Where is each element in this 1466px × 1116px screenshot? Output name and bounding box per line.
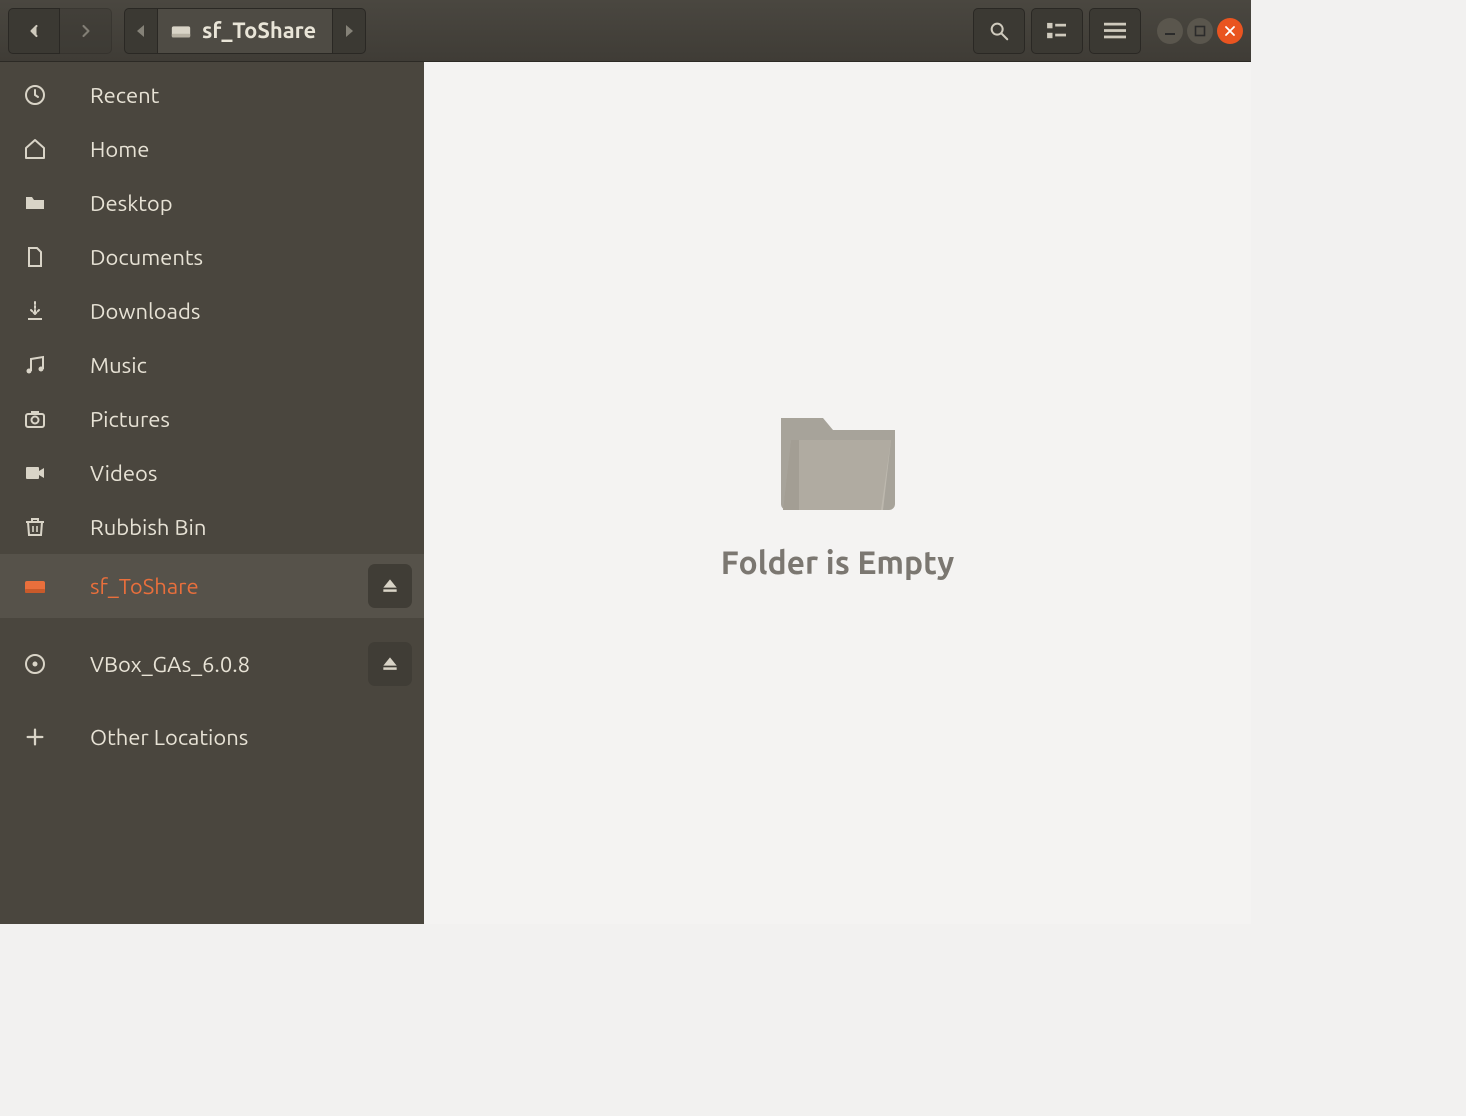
sidebar-item-videos[interactable]: Videos: [0, 446, 424, 500]
music-icon: [0, 353, 70, 377]
sidebar-item-recent[interactable]: Recent: [0, 68, 424, 122]
folder-icon: [0, 191, 70, 215]
eject-button[interactable]: [368, 564, 412, 608]
drive-icon: [170, 20, 192, 42]
sidebar: Recent Home Desktop Documents: [0, 62, 424, 924]
search-button[interactable]: [973, 8, 1025, 54]
maximize-button[interactable]: [1187, 18, 1213, 44]
search-icon: [988, 20, 1010, 42]
sidebar-item-vbox-gas[interactable]: VBox_GAs_6.0.8: [0, 632, 424, 696]
sidebar-item-label: VBox_GAs_6.0.8: [70, 652, 368, 677]
sidebar-item-pictures[interactable]: Pictures: [0, 392, 424, 446]
sidebar-item-label: Other Locations: [70, 725, 424, 750]
sidebar-item-label: Documents: [70, 245, 424, 270]
camera-icon: [0, 407, 70, 431]
chevron-right-icon: [76, 21, 96, 41]
plus-icon: [0, 726, 70, 748]
sidebar-item-label: Home: [70, 137, 424, 162]
view-toggle-button[interactable]: [1031, 8, 1083, 54]
sidebar-item-label: sf_ToShare: [70, 574, 368, 599]
eject-icon: [380, 576, 400, 596]
minimize-icon: [1163, 24, 1177, 38]
path-segment-current[interactable]: sf_ToShare: [157, 9, 333, 53]
sidebar-item-sf-toshare[interactable]: sf_ToShare: [0, 554, 424, 618]
empty-folder-icon: [773, 406, 903, 521]
list-view-icon: [1046, 22, 1068, 40]
sidebar-item-other-locations[interactable]: Other Locations: [0, 710, 424, 764]
sidebar-item-label: Music: [70, 353, 424, 378]
path-next-button[interactable]: [333, 9, 365, 53]
chevron-left-icon: [24, 21, 44, 41]
nav-buttons: [8, 8, 112, 54]
drive-icon: [0, 574, 70, 598]
window-controls: [1157, 18, 1243, 44]
home-icon: [0, 137, 70, 161]
body: Recent Home Desktop Documents: [0, 62, 1251, 924]
path-bar: sf_ToShare: [124, 8, 366, 54]
triangle-right-icon: [343, 24, 355, 38]
sidebar-item-documents[interactable]: Documents: [0, 230, 424, 284]
close-button[interactable]: [1217, 18, 1243, 44]
sidebar-item-desktop[interactable]: Desktop: [0, 176, 424, 230]
back-button[interactable]: [8, 8, 60, 54]
triangle-left-icon: [135, 24, 147, 38]
close-icon: [1223, 24, 1237, 38]
sidebar-item-label: Downloads: [70, 299, 424, 324]
download-icon: [0, 299, 70, 323]
document-icon: [0, 245, 70, 269]
sidebar-item-trash[interactable]: Rubbish Bin: [0, 500, 424, 554]
eject-button[interactable]: [368, 642, 412, 686]
sidebar-item-label: Desktop: [70, 191, 424, 216]
hamburger-menu-button[interactable]: [1089, 8, 1141, 54]
sidebar-item-label: Pictures: [70, 407, 424, 432]
titlebar: sf_ToShare: [0, 0, 1251, 62]
video-icon: [0, 461, 70, 485]
sidebar-item-label: Videos: [70, 461, 424, 486]
empty-folder-text: Folder is Empty: [721, 545, 954, 581]
content-pane: Folder is Empty: [424, 62, 1251, 924]
path-segment-label: sf_ToShare: [202, 18, 316, 43]
forward-button[interactable]: [60, 8, 112, 54]
clock-icon: [0, 83, 70, 107]
eject-icon: [380, 654, 400, 674]
minimize-button[interactable]: [1157, 18, 1183, 44]
sidebar-item-label: Rubbish Bin: [70, 515, 424, 540]
file-manager-window: sf_ToShare: [0, 0, 1251, 924]
sidebar-item-downloads[interactable]: Downloads: [0, 284, 424, 338]
trash-icon: [0, 515, 70, 539]
disc-icon: [0, 652, 70, 676]
sidebar-item-home[interactable]: Home: [0, 122, 424, 176]
sidebar-item-label: Recent: [70, 83, 424, 108]
sidebar-item-music[interactable]: Music: [0, 338, 424, 392]
hamburger-icon: [1104, 22, 1126, 40]
maximize-icon: [1193, 24, 1207, 38]
path-prev-button[interactable]: [125, 9, 157, 53]
